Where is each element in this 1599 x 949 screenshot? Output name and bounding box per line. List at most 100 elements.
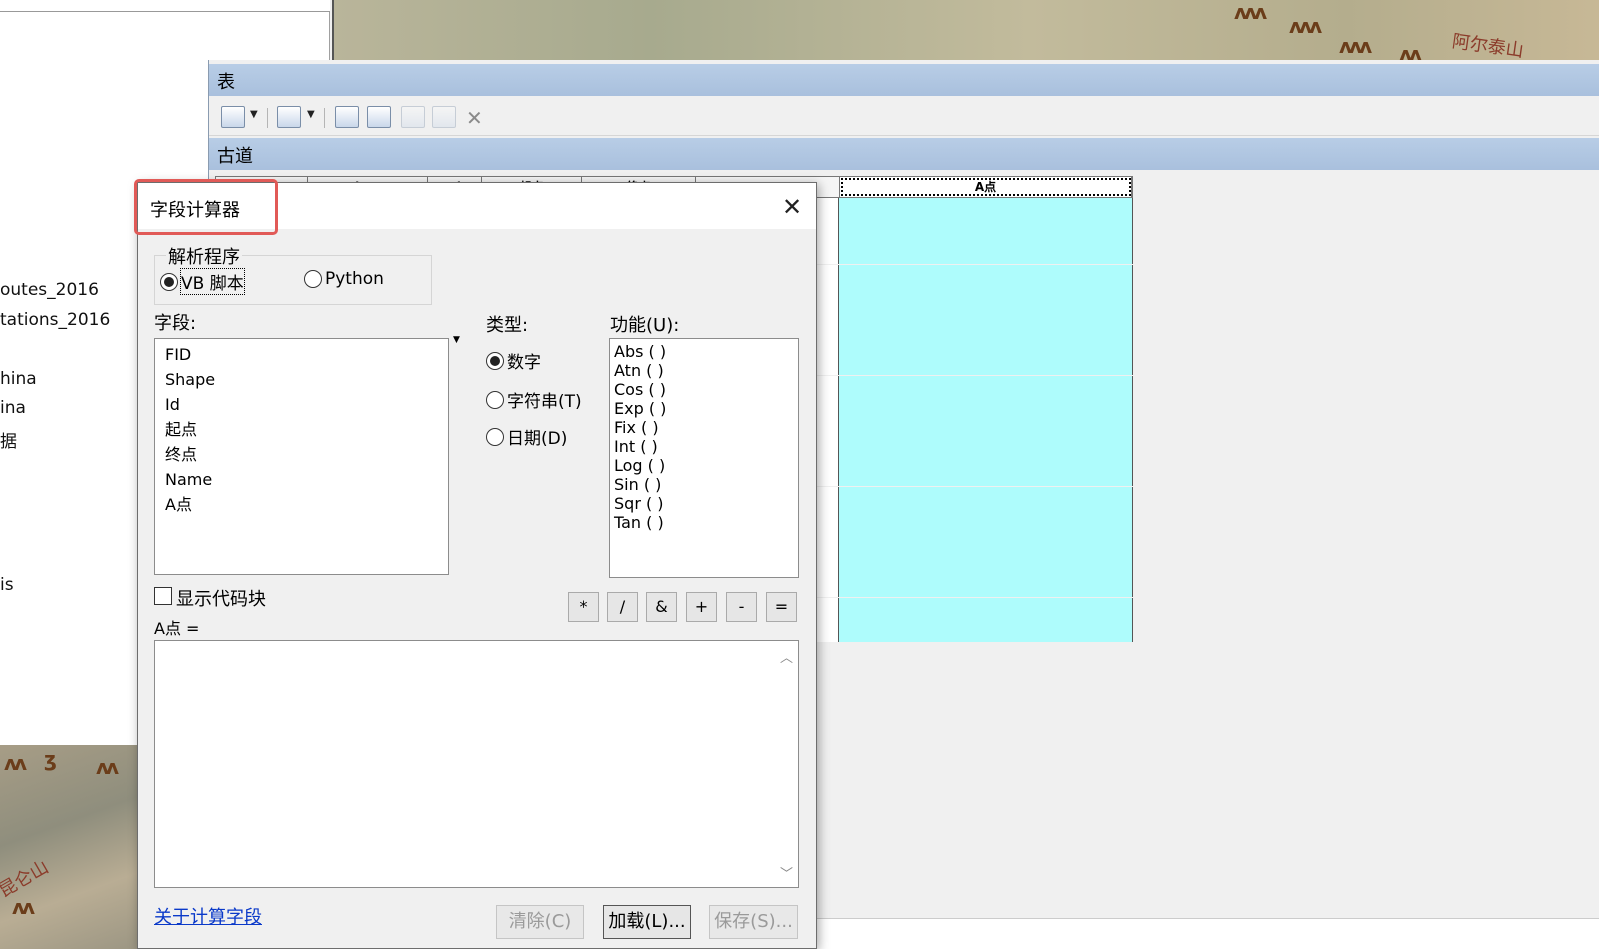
field-list-item[interactable]: Id bbox=[155, 392, 448, 417]
map-view-top: ʌʌʌ ʌʌʌ ʌʌʌ ʌʌ 阿尔泰山 bbox=[332, 0, 1599, 60]
chevron-down-icon[interactable]: ▼ bbox=[307, 109, 315, 120]
type-label: 类型: bbox=[486, 315, 529, 336]
table-cell-selected-column[interactable] bbox=[839, 464, 1133, 487]
table-cell-selected-column[interactable] bbox=[839, 309, 1133, 331]
field-list-item[interactable]: A点 bbox=[155, 492, 448, 517]
table-cell-selected-column[interactable] bbox=[839, 353, 1133, 376]
radio-selected-icon bbox=[486, 351, 504, 370]
function-list-item[interactable]: Sqr ( ) bbox=[610, 494, 798, 513]
toc-layer-item[interactable]: 据 bbox=[0, 427, 17, 452]
type-date-radio[interactable]: 日期(D) bbox=[486, 424, 567, 449]
delete-selected-icon[interactable]: ✕ bbox=[466, 106, 483, 130]
function-list-item[interactable]: Sin ( ) bbox=[610, 475, 798, 494]
radio-unselected-icon bbox=[486, 390, 504, 409]
mountain-symbol-icon: ʌʌ bbox=[4, 751, 27, 775]
radio-selected-icon bbox=[160, 272, 178, 291]
expression-text bbox=[155, 641, 798, 649]
operator-equals-button[interactable]: = bbox=[766, 592, 797, 622]
clear-selection-icon[interactable] bbox=[401, 106, 425, 128]
field-list-item[interactable]: 终点 bbox=[155, 442, 448, 467]
switch-selection-icon[interactable] bbox=[367, 106, 391, 128]
chevron-down-icon[interactable]: ▼ bbox=[250, 109, 258, 120]
parser-vbscript-radio[interactable]: VB 脚本 bbox=[160, 268, 245, 295]
related-tables-icon[interactable] bbox=[277, 106, 301, 128]
type-number-label: 数字 bbox=[507, 353, 541, 373]
mountain-symbol-icon: ʌʌʌ bbox=[1234, 0, 1267, 24]
fields-label: 字段: bbox=[154, 313, 197, 334]
field-list-item[interactable]: Shape bbox=[155, 367, 448, 392]
type-string-radio[interactable]: 字符串(T) bbox=[486, 387, 582, 412]
operator-divide-button[interactable]: / bbox=[607, 592, 638, 622]
toc-header bbox=[0, 0, 330, 12]
function-list-item[interactable]: Tan ( ) bbox=[610, 513, 798, 532]
functions-label: 功能(U): bbox=[610, 315, 680, 336]
field-list-item[interactable]: FID bbox=[155, 342, 448, 367]
table-cell-selected-column[interactable] bbox=[839, 553, 1133, 576]
map-label-altai: 阿尔泰山 bbox=[1450, 31, 1525, 60]
operator-subtract-button[interactable]: - bbox=[726, 592, 757, 622]
expression-textarea[interactable]: ︿ ﹀ bbox=[154, 640, 799, 888]
operator-multiply-button[interactable]: * bbox=[568, 592, 599, 622]
function-list-item[interactable]: Exp ( ) bbox=[610, 399, 798, 418]
function-list-item[interactable]: Int ( ) bbox=[610, 437, 798, 456]
field-list-item[interactable]: 起点 bbox=[155, 417, 448, 442]
type-number-radio[interactable]: 数字 bbox=[486, 348, 541, 373]
expression-scrollbar[interactable]: ︿ ﹀ bbox=[776, 641, 798, 887]
show-codeblock-label: 显示代码块 bbox=[176, 589, 266, 610]
clear-button[interactable]: 清除(C) bbox=[496, 905, 584, 939]
field-list-item[interactable]: Name bbox=[155, 467, 448, 492]
operator-add-button[interactable]: + bbox=[686, 592, 717, 622]
operator-concat-button[interactable]: & bbox=[646, 592, 677, 622]
toc-layer-item[interactable]: is bbox=[0, 575, 14, 595]
load-button[interactable]: 加载(L)... bbox=[603, 905, 691, 939]
toc-layer-item[interactable]: tations_2016 bbox=[0, 310, 110, 330]
column-header-selected[interactable]: A点 bbox=[840, 177, 1132, 197]
functions-listbox[interactable]: Abs ( ) Atn ( ) Cos ( ) Exp ( ) Fix ( ) … bbox=[609, 338, 799, 578]
fields-listbox[interactable]: FID Shape Id 起点 终点 Name A点 bbox=[154, 338, 449, 575]
fields-menu-chevron-icon[interactable]: ▼ bbox=[453, 335, 460, 345]
function-list-item[interactable]: Log ( ) bbox=[610, 456, 798, 475]
table-cell-selected-column[interactable] bbox=[839, 420, 1133, 442]
save-button[interactable]: 保存(S)... bbox=[709, 905, 798, 939]
table-cell-selected-column[interactable] bbox=[839, 397, 1133, 420]
scroll-up-icon[interactable]: ︿ bbox=[780, 647, 793, 666]
function-list-item[interactable]: Cos ( ) bbox=[610, 380, 798, 399]
table-cell-selected-column[interactable] bbox=[839, 375, 1133, 398]
toolbar-separator bbox=[267, 108, 268, 128]
field-calculator-dialog: 字段计算器 ✕ 解析程序 VB 脚本 Python 字段: FID Shape … bbox=[134, 179, 817, 949]
table-options-icon[interactable] bbox=[221, 106, 245, 128]
table-cell-selected-column[interactable] bbox=[839, 286, 1133, 309]
table-cell-selected-column[interactable] bbox=[839, 508, 1133, 531]
table-cell-selected-column[interactable] bbox=[839, 442, 1133, 465]
table-window-title: 表 bbox=[209, 64, 1599, 96]
show-codeblock-checkbox[interactable] bbox=[154, 587, 172, 605]
close-icon[interactable]: ✕ bbox=[778, 193, 806, 221]
table-cell-selected-column[interactable] bbox=[839, 531, 1133, 553]
zoom-to-selected-icon[interactable] bbox=[432, 106, 456, 128]
mountain-symbol-icon: ʌʌʌ bbox=[1339, 34, 1372, 58]
table-cell-selected-column[interactable] bbox=[839, 597, 1133, 620]
expression-label: A点 = bbox=[154, 619, 200, 638]
help-link[interactable]: 关于计算字段 bbox=[154, 903, 262, 929]
table-cell-selected-column[interactable] bbox=[839, 264, 1133, 287]
function-list-item[interactable]: Abs ( ) bbox=[610, 342, 798, 361]
mountain-symbol-icon: ʌʌ bbox=[96, 755, 119, 779]
table-cell-selected-column[interactable] bbox=[839, 242, 1133, 265]
toc-layer-item[interactable]: outes_2016 bbox=[0, 280, 99, 300]
table-status-strip bbox=[817, 918, 1599, 949]
scroll-down-icon[interactable]: ﹀ bbox=[780, 863, 793, 882]
toc-layer-item[interactable]: hina bbox=[0, 369, 37, 389]
table-cell-selected-column[interactable] bbox=[839, 220, 1133, 243]
table-cell-selected-column[interactable] bbox=[839, 198, 1133, 220]
parser-group-label: 解析程序 bbox=[166, 243, 242, 269]
select-by-attributes-icon[interactable] bbox=[335, 106, 359, 128]
table-cell-selected-column[interactable] bbox=[839, 331, 1133, 354]
parser-python-radio[interactable]: Python bbox=[304, 269, 384, 289]
table-cell-selected-column[interactable] bbox=[839, 486, 1133, 509]
table-cell-selected-column[interactable] bbox=[839, 575, 1133, 598]
toc-layer-item[interactable]: ina bbox=[0, 398, 26, 418]
function-list-item[interactable]: Fix ( ) bbox=[610, 418, 798, 437]
table-cell-selected-column[interactable] bbox=[839, 619, 1133, 642]
function-list-item[interactable]: Atn ( ) bbox=[610, 361, 798, 380]
table-name-tab[interactable]: 古道 bbox=[209, 138, 1599, 170]
